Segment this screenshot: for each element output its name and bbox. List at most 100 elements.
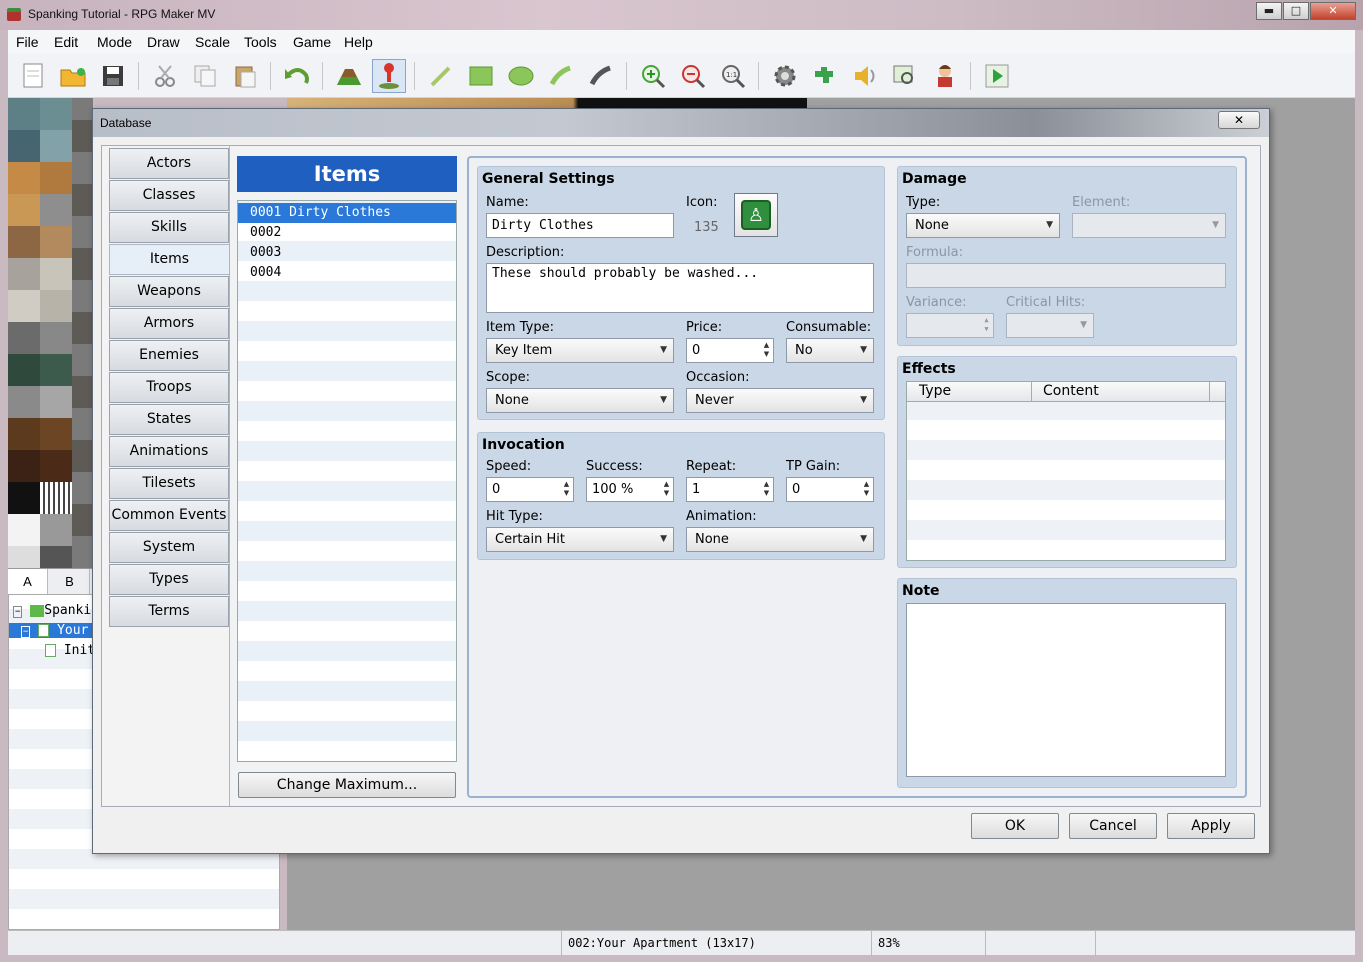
category-classes[interactable]: Classes xyxy=(109,180,229,211)
category-states[interactable]: States xyxy=(109,404,229,435)
database-icon[interactable] xyxy=(768,59,802,93)
category-items[interactable]: Items xyxy=(109,244,230,275)
variance-label: Variance: xyxy=(906,295,967,310)
spinner-arrows-icon[interactable]: ▲ ▼ xyxy=(982,316,991,334)
playtest-icon[interactable] xyxy=(980,59,1014,93)
zoom-out-icon[interactable] xyxy=(676,59,710,93)
tp-gain-field[interactable]: 0 ▲ ▼ xyxy=(786,477,874,502)
hit-type-select[interactable]: Certain Hit ▼ xyxy=(486,527,674,552)
category-skills[interactable]: Skills xyxy=(109,212,229,243)
item-type-select[interactable]: Key Item ▼ xyxy=(486,338,674,363)
formula-field[interactable] xyxy=(906,263,1226,288)
category-armors[interactable]: Armors xyxy=(109,308,229,339)
item-list[interactable]: 0001 Dirty Clothes 0002 0003 0004 xyxy=(237,200,457,762)
category-common-events[interactable]: Common Events xyxy=(109,500,229,531)
event-searcher-icon[interactable] xyxy=(888,59,922,93)
category-tilesets[interactable]: Tilesets xyxy=(109,468,229,499)
plugin-manager-icon[interactable] xyxy=(808,59,842,93)
ok-button[interactable]: OK xyxy=(971,813,1059,839)
tileset-palette[interactable] xyxy=(8,98,93,578)
repeat-field[interactable]: 1 ▲ ▼ xyxy=(686,477,774,502)
event-mode-icon[interactable] xyxy=(372,59,406,93)
open-project-icon[interactable] xyxy=(56,59,90,93)
effects-col-content[interactable]: Content xyxy=(1043,383,1099,399)
tileset-tab-b[interactable]: B xyxy=(50,569,90,595)
category-system[interactable]: System xyxy=(109,532,229,563)
consumable-select[interactable]: No ▼ xyxy=(786,338,874,363)
menu-help[interactable]: Help xyxy=(344,34,373,50)
menu-file[interactable]: File xyxy=(16,34,39,50)
maximize-button[interactable]: □ xyxy=(1283,2,1309,20)
fill-icon[interactable] xyxy=(544,59,578,93)
occasion-select[interactable]: Never ▼ xyxy=(686,388,874,413)
apply-button[interactable]: Apply xyxy=(1167,813,1255,839)
list-item[interactable]: 0001 Dirty Clothes xyxy=(238,203,456,223)
ellipse-icon[interactable] xyxy=(504,59,538,93)
animation-label: Animation: xyxy=(686,509,757,524)
category-animations[interactable]: Animations xyxy=(109,436,229,467)
category-types[interactable]: Types xyxy=(109,564,229,595)
element-select[interactable]: ▼ xyxy=(1072,213,1226,238)
menu-game[interactable]: Game xyxy=(293,34,331,50)
shadow-pen-icon[interactable] xyxy=(584,59,618,93)
name-field[interactable]: Dirty Clothes xyxy=(486,213,674,238)
list-item[interactable]: 0003 xyxy=(238,243,456,263)
character-generator-icon[interactable] xyxy=(928,59,962,93)
tileset-tab-a[interactable]: A xyxy=(8,569,48,595)
list-item[interactable]: 0004 xyxy=(238,263,456,283)
undo-icon[interactable] xyxy=(280,59,314,93)
cancel-button[interactable]: Cancel xyxy=(1069,813,1157,839)
spinner-arrows-icon[interactable]: ▲ ▼ xyxy=(562,480,571,498)
success-field[interactable]: 100 % ▲ ▼ xyxy=(586,477,674,502)
cut-icon[interactable] xyxy=(148,59,182,93)
new-project-icon[interactable] xyxy=(16,59,50,93)
critical-hits-select[interactable]: ▼ xyxy=(1006,313,1094,338)
category-terms[interactable]: Terms xyxy=(109,596,229,627)
menu-scale[interactable]: Scale xyxy=(195,34,230,50)
menu-edit[interactable]: Edit xyxy=(54,34,78,50)
variance-field[interactable]: ▲ ▼ xyxy=(906,313,994,338)
animation-select[interactable]: None ▼ xyxy=(686,527,874,552)
effects-table[interactable]: Type Content xyxy=(906,381,1226,561)
sound-test-icon[interactable] xyxy=(848,59,882,93)
note-textarea[interactable] xyxy=(906,603,1226,777)
paste-icon[interactable] xyxy=(228,59,262,93)
rectangle-icon[interactable] xyxy=(464,59,498,93)
item-type-value: Key Item xyxy=(495,343,553,358)
minimize-button[interactable]: ▬ xyxy=(1256,2,1282,20)
spinner-arrows-icon[interactable]: ▲ ▼ xyxy=(862,480,871,498)
menu-mode[interactable]: Mode xyxy=(97,34,132,50)
tree-project-row[interactable]: − Spankin xyxy=(13,603,99,618)
category-troops[interactable]: Troops xyxy=(109,372,229,403)
chevron-down-icon: ▼ xyxy=(860,395,867,405)
close-window-button[interactable]: ✕ xyxy=(1310,2,1356,20)
price-field[interactable]: 0 ▲ ▼ xyxy=(686,338,774,363)
icon-picker[interactable]: ♙ xyxy=(734,193,778,237)
scope-select[interactable]: None ▼ xyxy=(486,388,674,413)
category-actors[interactable]: Actors xyxy=(109,148,229,179)
pencil-icon[interactable] xyxy=(424,59,458,93)
damage-type-select[interactable]: None ▼ xyxy=(906,213,1060,238)
zoom-in-icon[interactable] xyxy=(636,59,670,93)
description-field[interactable]: These should probably be washed... xyxy=(486,263,874,313)
actual-size-icon[interactable]: 1:1 xyxy=(716,59,750,93)
spinner-arrows-icon[interactable]: ▲ ▼ xyxy=(762,480,771,498)
effects-col-type[interactable]: Type xyxy=(919,383,951,399)
copy-icon[interactable] xyxy=(188,59,222,93)
category-weapons[interactable]: Weapons xyxy=(109,276,229,307)
menu-draw[interactable]: Draw xyxy=(147,34,180,50)
tree-child-row[interactable]: Init xyxy=(45,643,95,658)
damage-type-label: Type: xyxy=(906,195,941,210)
dialog-close-button[interactable]: ✕ xyxy=(1218,111,1260,129)
spinner-arrows-icon[interactable]: ▲ ▼ xyxy=(762,341,771,359)
map-mode-icon[interactable] xyxy=(332,59,366,93)
tree-map-row[interactable]: − Your A xyxy=(9,623,104,638)
menu-tools[interactable]: Tools xyxy=(244,34,277,50)
change-maximum-button[interactable]: Change Maximum... xyxy=(238,772,456,798)
list-item[interactable]: 0002 xyxy=(238,223,456,243)
spinner-arrows-icon[interactable]: ▲ ▼ xyxy=(662,480,671,498)
save-project-icon[interactable] xyxy=(96,59,130,93)
speed-field[interactable]: 0 ▲ ▼ xyxy=(486,477,574,502)
category-enemies[interactable]: Enemies xyxy=(109,340,229,371)
chevron-down-icon: ▼ xyxy=(1046,220,1053,230)
